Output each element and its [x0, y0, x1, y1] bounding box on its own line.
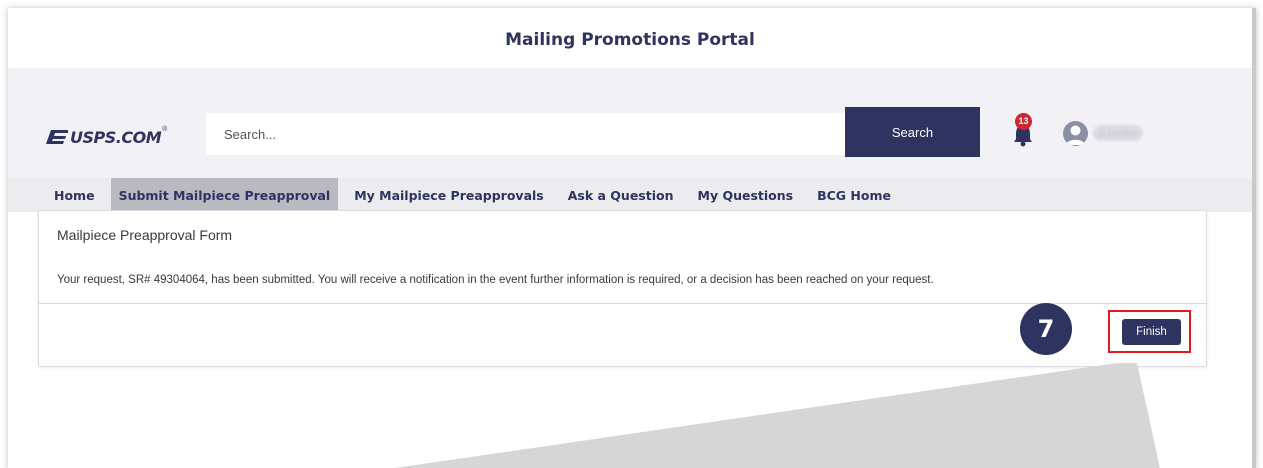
nav-item-my-mailpiece-preapprovals[interactable]: My Mailpiece Preapprovals: [346, 178, 552, 212]
search-button[interactable]: Search: [845, 107, 980, 157]
search-input[interactable]: [206, 113, 852, 155]
usps-logo[interactable]: USPS.COM ®: [46, 126, 167, 148]
usps-eagle-icon: [46, 130, 68, 144]
submission-message: Your request, SR# 49304064, has been sub…: [57, 274, 934, 286]
nav-item-ask-a-question[interactable]: Ask a Question: [560, 178, 682, 212]
nav-item-bcg-home[interactable]: BCG Home: [809, 178, 899, 212]
card-divider: [39, 303, 1206, 304]
username-label[interactable]: d.tonbo: [1093, 125, 1144, 141]
form-title: Mailpiece Preapproval Form: [57, 227, 233, 243]
finish-button[interactable]: Finish: [1122, 319, 1181, 345]
nav-item-submit-mailpiece-preapproval[interactable]: Submit Mailpiece Preapproval: [110, 178, 339, 212]
user-avatar-icon[interactable]: [1063, 121, 1088, 146]
nav-item-my-questions[interactable]: My Questions: [690, 178, 802, 212]
nav-item-home[interactable]: Home: [46, 178, 103, 212]
main-nav: Home Submit Mailpiece Preapproval My Mai…: [8, 178, 1252, 212]
step-number-badge: 7: [1020, 303, 1072, 355]
notification-badge: 13: [1015, 113, 1032, 130]
portal-title: Mailing Promotions Portal: [505, 30, 755, 50]
logo-trademark: ®: [162, 126, 168, 133]
logo-text: USPS.COM: [70, 127, 162, 147]
